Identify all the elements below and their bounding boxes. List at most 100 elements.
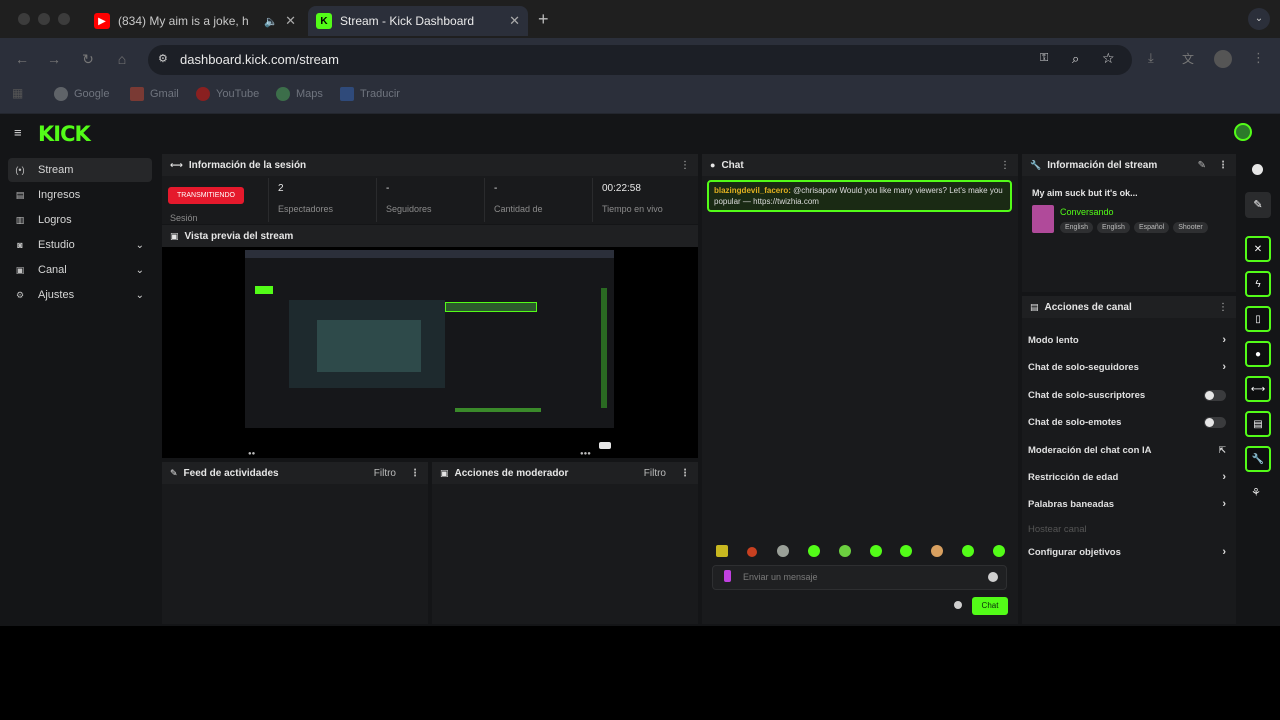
raid-icon[interactable]: ⟷ [1245, 376, 1271, 402]
filter-button[interactable]: Filtro [374, 468, 396, 479]
stream-preview-video[interactable] [245, 250, 614, 428]
channel-action-palabras-baneadas[interactable]: Palabras baneadas › [1028, 497, 1226, 511]
toggle-switch[interactable] [1204, 416, 1226, 428]
kebab-icon[interactable]: ⋮ [1218, 302, 1228, 313]
sidebar-item-logros[interactable]: ▥ Logros [8, 208, 152, 232]
channel-action-moderacion-ia[interactable]: Moderación del chat con IA ⇱ [1028, 443, 1226, 457]
key-icon[interactable]: ⚿ [1040, 52, 1048, 65]
channel-action-restriccion-edad[interactable]: Restricción de edad › [1028, 470, 1226, 484]
emote-icon[interactable] [870, 545, 882, 557]
preview-controls-right[interactable]: ●●● [580, 451, 591, 457]
toggle-switch[interactable] [1204, 389, 1226, 401]
emote-icon[interactable] [777, 545, 789, 557]
emote-icon[interactable] [962, 545, 974, 557]
kebab-icon[interactable]: ⋮ [680, 468, 690, 479]
preview-emotes [455, 408, 541, 412]
download-icon[interactable]: ⤓ [1148, 50, 1154, 66]
menu-kebab-icon[interactable]: ⋮ [1252, 50, 1265, 66]
kebab-icon[interactable]: ⋮ [1218, 160, 1228, 171]
bookmark-traducir[interactable]: Traducir [340, 87, 400, 101]
kebab-icon[interactable]: ⋮ [680, 160, 690, 171]
close-icon[interactable]: ✕ [509, 13, 520, 29]
forward-icon[interactable]: → [44, 49, 64, 69]
panel-header: 🔧 Información del stream ✎ ⋮ [1022, 154, 1236, 176]
tag[interactable]: English [1096, 222, 1130, 233]
window-zoom-button[interactable] [58, 13, 70, 25]
user-avatar[interactable] [1234, 123, 1252, 141]
filter-button[interactable]: Filtro [644, 468, 666, 479]
sidebar-item-ingresos[interactable]: ▤ Ingresos [8, 183, 152, 207]
send-chat-button[interactable]: Chat [972, 597, 1008, 615]
bookmark-star-icon[interactable]: ☆ [1102, 50, 1115, 67]
external-link-icon: ⇱ [1218, 444, 1226, 455]
hamburger-menu-icon[interactable]: ≡ [14, 125, 22, 140]
reload-icon[interactable]: ↻ [78, 49, 98, 69]
bookmark-maps[interactable]: Maps [276, 87, 323, 101]
apps-grid-icon[interactable]: ▦ [12, 86, 23, 100]
lightning-icon[interactable]: ϟ [1245, 271, 1271, 297]
site-settings-icon[interactable]: ⚙ [158, 52, 168, 65]
mod-actions-panel: ▣ Acciones de moderador Filtro ⋮ [432, 462, 698, 624]
sidebar-item-estudio[interactable]: ◙ Estudio ⌄ [8, 233, 152, 257]
url-text[interactable]: dashboard.kick.com/stream [180, 52, 339, 67]
back-icon[interactable]: ← [12, 49, 32, 69]
kick-logo[interactable]: KICK [38, 122, 91, 146]
emote-icon[interactable] [993, 545, 1005, 557]
translate-icon[interactable]: 文 [1182, 50, 1194, 67]
category-link[interactable]: Conversando [1060, 207, 1114, 217]
emote-icon[interactable] [900, 545, 912, 557]
edit-pencil-icon[interactable]: ✎ [1198, 160, 1206, 171]
bookmark-google[interactable]: Google [54, 87, 109, 101]
emote-icon[interactable] [747, 547, 757, 557]
tag[interactable]: Español [1133, 222, 1170, 233]
zoom-icon[interactable]: ⌕ [1072, 51, 1079, 67]
kebab-icon[interactable]: ⋮ [1000, 160, 1010, 171]
clipboard-icon[interactable]: ▯ [1245, 306, 1271, 332]
youtube-icon [196, 87, 210, 101]
tag[interactable]: Shooter [1173, 222, 1208, 233]
browser-tab-youtube[interactable]: ▶ (834) My aim is a joke, h 🔈 ✕ [86, 6, 304, 36]
channel-list-icon[interactable]: ▤ [1245, 411, 1271, 437]
kebab-icon[interactable]: ⋮ [410, 468, 420, 479]
preview-controls-left[interactable]: ●● [248, 451, 255, 457]
close-icon[interactable]: ✕ [285, 13, 296, 29]
tab-title: (834) My aim is a joke, h [118, 14, 249, 28]
emote-icon[interactable] [839, 545, 851, 557]
window-minimize-button[interactable] [38, 13, 50, 25]
sidebar-item-ajustes[interactable]: ⚙ Ajustes ⌄ [8, 283, 152, 307]
share-icon[interactable]: ⚘ [1251, 486, 1261, 499]
new-tab-button[interactable]: + [538, 9, 549, 30]
profile-avatar[interactable] [1214, 50, 1232, 68]
chat-message[interactable]: blazingdevil_facero: @chrisapow Would yo… [707, 180, 1012, 212]
settings-icon[interactable] [954, 601, 962, 609]
home-icon[interactable]: ⌂ [112, 49, 132, 69]
edit-pencil-icon[interactable]: ✎ [1245, 192, 1271, 218]
channel-action-modo-lento[interactable]: Modo lento › [1028, 333, 1226, 347]
speaker-icon[interactable]: 🔈 [264, 15, 278, 28]
tab-search-button[interactable]: ⌄ [1248, 8, 1270, 30]
chat-username[interactable]: blazingdevil_facero: [714, 186, 791, 195]
channel-action-solo-seguidores[interactable]: Chat de solo-seguidores › [1028, 360, 1226, 374]
bookmark-gmail[interactable]: Gmail [130, 87, 179, 101]
sidebar-item-stream[interactable]: (•) Stream [8, 158, 152, 182]
chevron-down-icon: ⌄ [135, 239, 144, 251]
tag[interactable]: English [1060, 222, 1093, 233]
divider [376, 178, 377, 222]
emote-icon[interactable] [808, 545, 820, 557]
browser-tab-kick[interactable]: K Stream - Kick Dashboard ✕ [308, 6, 528, 36]
channel-action-configurar-objetivos[interactable]: Configurar objetivos › [1028, 545, 1226, 559]
fullscreen-icon[interactable] [599, 442, 611, 449]
wrench-icon[interactable]: 🔧 [1245, 446, 1271, 472]
emote-icon[interactable] [716, 545, 728, 557]
sidebar-item-canal[interactable]: ▣ Canal ⌄ [8, 258, 152, 282]
chevron-right-icon: › [1222, 546, 1226, 558]
emote-icon[interactable] [931, 545, 943, 557]
info-icon[interactable] [1252, 164, 1263, 175]
window-close-button[interactable] [18, 13, 30, 25]
close-icon[interactable]: ✕ [1245, 236, 1271, 262]
bookmark-youtube[interactable]: YouTube [196, 87, 259, 101]
chat-bubble-icon[interactable]: ● [1245, 341, 1271, 367]
preview-rail [601, 288, 607, 408]
user-badge-icon [724, 570, 731, 582]
emoji-picker-icon[interactable] [988, 572, 998, 582]
